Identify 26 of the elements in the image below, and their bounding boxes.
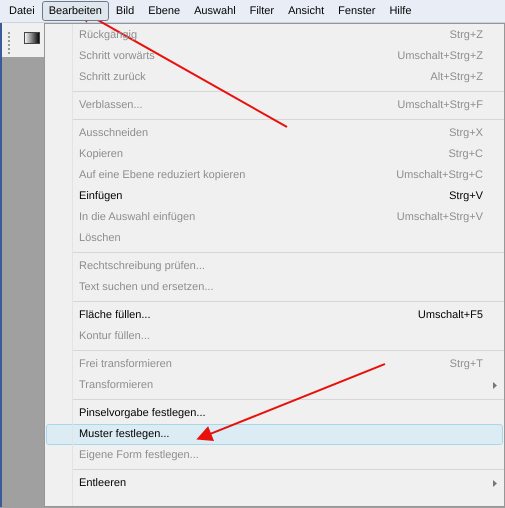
menu-bar-item[interactable]: Filter: [242, 1, 282, 21]
shortcut-text: Strg+C: [448, 147, 483, 162]
shortcut-text: Umschalt+Strg+V: [396, 210, 483, 226]
menu-bar-item[interactable]: Hilfe: [382, 1, 418, 21]
shortcut-text: Strg+V: [449, 189, 483, 204]
shortcut-text: Alt+Strg+Z: [430, 70, 483, 86]
menu-item[interactable]: Einfügen Strg+V: [46, 186, 503, 207]
menu-bar-item[interactable]: Ansicht: [281, 1, 332, 21]
menu-bar-item[interactable]: Bild: [108, 1, 142, 21]
menu-bar-item[interactable]: Ebene: [141, 1, 188, 21]
shortcut-text: Umschalt+Strg+C: [396, 168, 483, 184]
gradient-icon[interactable]: [24, 32, 40, 44]
shortcut-text: Umschalt+Strg+F: [397, 98, 483, 114]
menu-bar-item[interactable]: Auswahl: [187, 1, 243, 21]
shortcut-text: Umschalt+F5: [418, 308, 483, 324]
shortcut-text: Strg+X: [449, 126, 483, 142]
menu-item[interactable]: Fläche füllen... Umschalt+F5: [46, 305, 503, 326]
menu-bar-item[interactable]: Datei: [2, 1, 42, 21]
shortcut-text: Strg+Z: [450, 28, 483, 44]
menu-item[interactable]: Pinselvorgabe festlegen...: [46, 403, 503, 424]
menu-bar-item[interactable]: Bearbeiten: [42, 1, 109, 21]
menu-item[interactable]: Muster festlegen...: [46, 424, 503, 445]
shortcut-text: Strg+T: [450, 357, 483, 372]
shortcut-text: Umschalt+Strg+Z: [397, 49, 483, 64]
menu-item[interactable]: Entleeren: [46, 473, 503, 494]
menu-bar-item[interactable]: Fenster: [331, 1, 382, 21]
